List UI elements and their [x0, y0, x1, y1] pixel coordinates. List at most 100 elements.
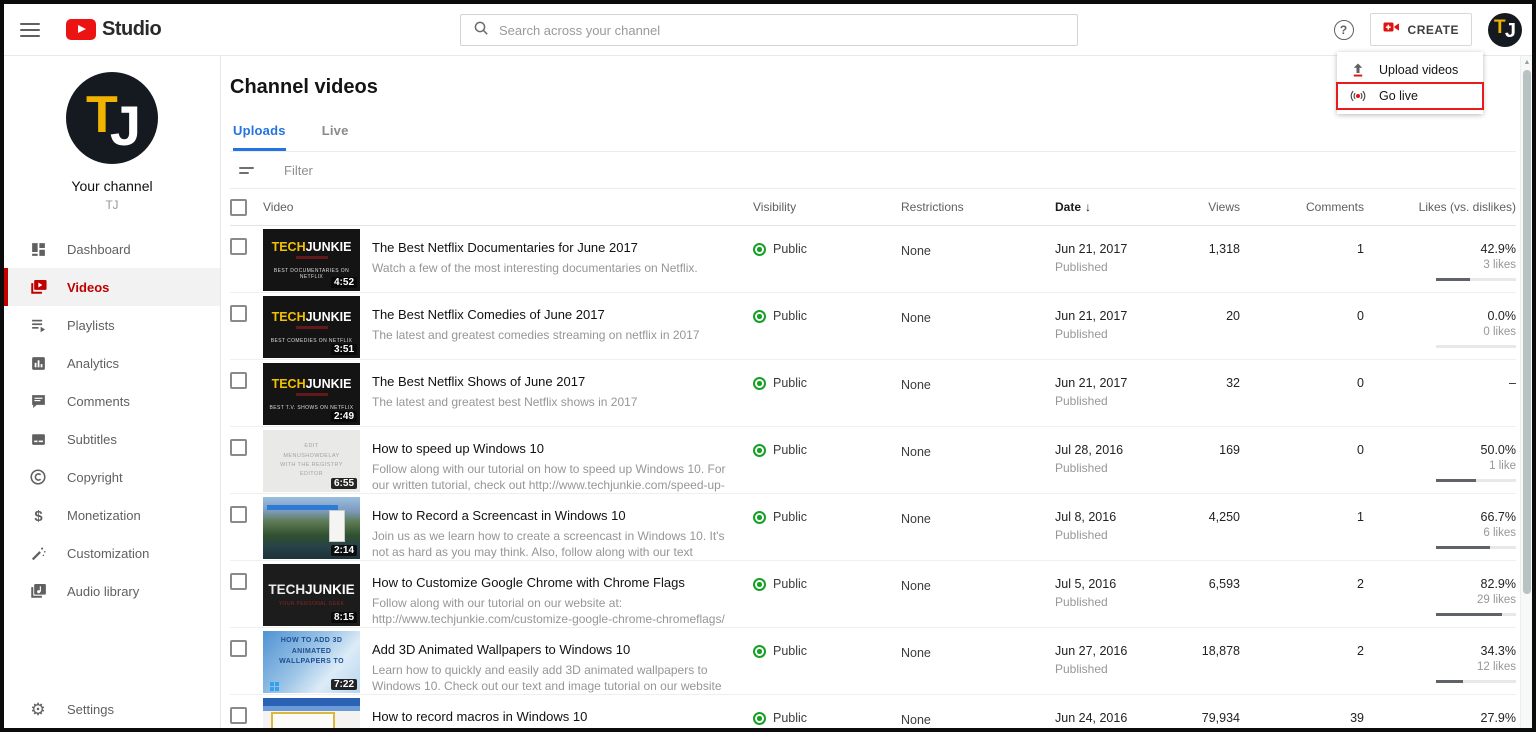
account-avatar[interactable]: T J: [1488, 12, 1522, 47]
sidebar-item-monetization[interactable]: $ Monetization: [4, 496, 220, 534]
video-thumbnail[interactable]: [263, 698, 360, 728]
row-checkbox[interactable]: [230, 707, 247, 724]
sidebar-item-copyright[interactable]: Copyright: [4, 458, 220, 496]
video-title[interactable]: How to speed up Windows 10: [372, 441, 728, 456]
restrictions-value: None: [901, 244, 931, 258]
youtube-studio-logo[interactable]: Studio: [66, 18, 162, 41]
sidebar-item-settings[interactable]: ⚙ Settings: [4, 690, 220, 728]
video-title[interactable]: How to record macros in Windows 10: [372, 709, 728, 724]
header-comments: Comments: [1305, 200, 1364, 214]
likes-bar-fill: [1436, 546, 1490, 549]
tab-live[interactable]: Live: [322, 123, 349, 151]
select-all-checkbox[interactable]: [230, 198, 247, 216]
sidebar-item-label: Subtitles: [67, 431, 117, 447]
public-visibility-icon: [753, 645, 766, 658]
restrictions-value: None: [901, 579, 931, 593]
menu-item-label: Go live: [1379, 89, 1418, 103]
menu-item-upload-videos[interactable]: Upload videos: [1337, 57, 1483, 83]
create-button[interactable]: CREATE: [1369, 13, 1472, 46]
video-description: Follow along with our tutorial on our we…: [372, 596, 725, 626]
upload-icon: [1350, 62, 1366, 78]
date-value: Jun 21, 2017: [1055, 376, 1128, 390]
row-checkbox[interactable]: [230, 238, 247, 255]
video-thumbnail[interactable]: HOW TO ADD 3D ANIMATED WALLPAPERS TO 7:2…: [263, 631, 360, 693]
channel-name: TJ: [105, 200, 119, 212]
video-title[interactable]: The Best Netflix Shows of June 2017: [372, 374, 728, 389]
likes-bar-fill: [1436, 613, 1503, 616]
likes-sublabel: 1 like: [1489, 460, 1516, 472]
comments-value: 2: [1357, 644, 1364, 658]
sidebar-item-analytics[interactable]: Analytics: [4, 344, 220, 382]
video-title[interactable]: Add 3D Animated Wallpapers to Windows 10: [372, 642, 728, 657]
public-visibility-icon: [753, 511, 766, 524]
video-title[interactable]: The Best Netflix Comedies of June 2017: [372, 307, 728, 322]
thumbnail-caption: YOUR PERSONAL GEEK: [278, 600, 345, 607]
sidebar-item-label: Settings: [67, 701, 114, 717]
topbar-actions: ? CREATE T J: [1333, 12, 1522, 47]
video-title[interactable]: The Best Netflix Documentaries for June …: [372, 240, 728, 255]
sidebar-item-playlists[interactable]: Playlists: [4, 306, 220, 344]
video-thumbnail[interactable]: TECHJUNKIE BEST DOCUMENTARIES ON NETFLIX…: [263, 229, 360, 291]
visibility-cell[interactable]: Public: [748, 226, 896, 292]
row-checkbox[interactable]: [230, 640, 247, 657]
sidebar-item-customization[interactable]: Customization: [4, 534, 220, 572]
row-checkbox[interactable]: [230, 439, 247, 456]
thumbnail-brand: TECHJUNKIE: [272, 377, 352, 396]
copyright-icon: [29, 468, 47, 486]
visibility-cell[interactable]: Public: [748, 293, 896, 359]
video-thumbnail[interactable]: TECHJUNKIE BEST COMEDIES ON NETFLIX 3:51: [263, 296, 360, 358]
likes-percent: 27.9%: [1480, 711, 1516, 725]
sidebar-item-dashboard[interactable]: Dashboard: [4, 230, 220, 268]
row-checkbox[interactable]: [230, 305, 247, 322]
visibility-cell[interactable]: Public: [748, 360, 896, 426]
hamburger-menu-icon[interactable]: [20, 22, 40, 37]
views-value: 4,250: [1208, 510, 1240, 524]
channel-search: [460, 14, 1078, 46]
table-row: How to record macros in Windows 10 Need …: [230, 695, 1516, 728]
sidebar-item-videos[interactable]: Videos: [4, 268, 220, 306]
date-value: Jun 27, 2016: [1055, 644, 1128, 658]
filter-bar[interactable]: Filter: [230, 152, 1516, 189]
video-thumbnail[interactable]: TECHJUNKIE BEST T.V. SHOWS ON NETFLIX 2:…: [263, 363, 360, 425]
scrollbar-thumb[interactable]: [1522, 70, 1531, 594]
header-date-sort[interactable]: Date ↓: [1050, 200, 1180, 214]
visibility-cell[interactable]: Public: [748, 561, 896, 627]
row-checkbox[interactable]: [230, 372, 247, 389]
avatar-letter-j: J: [1504, 19, 1516, 42]
vertical-scrollbar[interactable]: ▲: [1520, 56, 1532, 728]
tab-uploads[interactable]: Uploads: [233, 123, 286, 151]
video-title[interactable]: How to Record a Screencast in Windows 10: [372, 508, 728, 523]
likes-percent: 66.7%: [1480, 510, 1516, 524]
sidebar-item-subtitles[interactable]: Subtitles: [4, 420, 220, 458]
video-thumbnail[interactable]: 2:14: [263, 497, 360, 559]
channel-avatar[interactable]: T J: [66, 72, 158, 164]
sidebar-item-comments[interactable]: Comments: [4, 382, 220, 420]
visibility-cell[interactable]: Public: [748, 628, 896, 694]
video-title[interactable]: How to Customize Google Chrome with Chro…: [372, 575, 728, 590]
header-visibility: Visibility: [753, 200, 797, 214]
visibility-cell[interactable]: Public: [748, 427, 896, 493]
youtube-play-icon: [66, 19, 96, 40]
sidebar-item-label: Playlists: [67, 317, 115, 333]
row-checkbox[interactable]: [230, 573, 247, 590]
likes-percent: 50.0%: [1480, 443, 1516, 457]
visibility-cell[interactable]: Public: [748, 695, 896, 728]
views-value: 20: [1226, 309, 1240, 323]
search-input[interactable]: [499, 22, 1065, 38]
visibility-label: Public: [773, 443, 808, 457]
video-thumbnail[interactable]: TECHJUNKIE YOUR PERSONAL GEEK 8:15: [263, 564, 360, 626]
row-checkbox[interactable]: [230, 506, 247, 523]
comments-value: 0: [1357, 376, 1364, 390]
scrollbar-up-arrow[interactable]: ▲: [1521, 59, 1532, 66]
help-button[interactable]: ?: [1333, 19, 1354, 40]
sidebar-item-audio-library[interactable]: Audio library: [4, 572, 220, 610]
avatar-letter-j: J: [109, 94, 141, 157]
thumbnail-brand: TECHJUNKIE: [272, 310, 352, 329]
visibility-cell[interactable]: Public: [748, 494, 896, 560]
page-title: Channel videos: [230, 76, 378, 98]
video-thumbnail[interactable]: EDIT MENUSHOWDELAY WITH THE REGISTRY EDI…: [263, 430, 360, 492]
sidebar-item-label: Customization: [67, 545, 150, 561]
likes-bar-fill: [1436, 479, 1476, 482]
publish-status: Published: [1055, 528, 1108, 542]
menu-item-go-live[interactable]: Go live: [1336, 82, 1484, 110]
